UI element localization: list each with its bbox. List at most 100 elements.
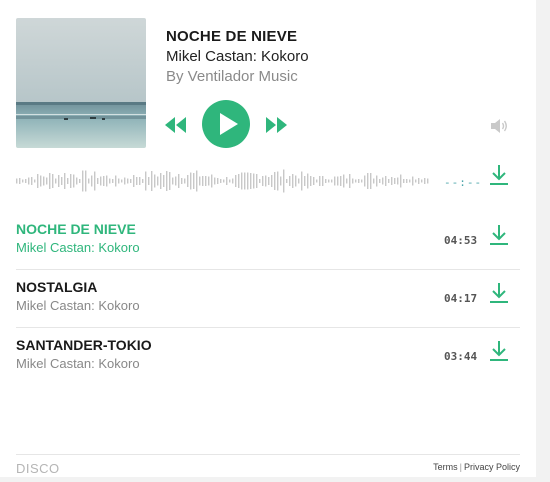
track-row[interactable]: NOCHE DE NIEVE Mikel Castan: Kokoro 04:5… xyxy=(16,212,520,270)
waveform-bar xyxy=(67,178,69,184)
playback-controls xyxy=(164,98,294,152)
waveform-bar xyxy=(217,178,219,184)
waveform-bar xyxy=(85,170,87,192)
waveform-bar xyxy=(274,172,276,190)
now-playing-album: Mikel Castan: Kokoro xyxy=(166,48,309,65)
waveform-bar xyxy=(403,179,405,183)
rewind-icon[interactable] xyxy=(164,115,188,140)
waveform-bar xyxy=(34,179,36,183)
waveform-bar xyxy=(265,175,267,187)
waveform-bar xyxy=(322,176,324,186)
track-title: NOSTALGIA xyxy=(16,279,98,295)
waveform-bar xyxy=(184,178,186,184)
waveform-bar xyxy=(55,178,57,184)
waveform-bar xyxy=(52,174,54,188)
waveform-bar xyxy=(256,174,258,188)
play-icon[interactable] xyxy=(202,100,250,148)
waveform-bar xyxy=(142,179,144,183)
track-list: NOCHE DE NIEVE Mikel Castan: Kokoro 04:5… xyxy=(16,212,520,385)
track-duration: 04:53 xyxy=(444,234,478,247)
waveform-bar xyxy=(268,177,270,185)
download-icon[interactable] xyxy=(489,224,509,251)
waveform-bar xyxy=(124,177,126,185)
waveform-bar xyxy=(79,179,81,183)
waveform-bar xyxy=(157,176,159,186)
waveform-bar xyxy=(199,176,201,186)
waveform-bar xyxy=(139,177,141,185)
waveform-bar xyxy=(160,173,162,189)
play-button[interactable] xyxy=(202,100,250,153)
waveform-bar xyxy=(310,176,312,186)
waveform-bar xyxy=(355,179,357,183)
brand-logo[interactable]: DISCO xyxy=(16,461,60,476)
player-card: NOCHE DE NIEVE Mikel Castan: Kokoro By V… xyxy=(0,0,536,477)
waveform-bar xyxy=(115,175,117,187)
waveform-bar xyxy=(250,173,252,189)
waveform-bar xyxy=(31,177,33,185)
waveform-bar xyxy=(382,177,384,185)
waveform-bar xyxy=(334,176,336,186)
waveform-bar xyxy=(394,178,396,184)
waveform-bar xyxy=(37,174,39,188)
footer-links: Terms | Privacy Policy xyxy=(433,462,520,472)
download-icon[interactable] xyxy=(489,282,509,309)
waveform-bar xyxy=(388,179,390,183)
waveform-bar xyxy=(181,178,183,184)
waveform-bar xyxy=(370,173,372,189)
waveform-bar xyxy=(292,174,294,188)
waveform-bar xyxy=(391,177,393,185)
fast-forward-icon[interactable] xyxy=(264,115,288,140)
waveform-bar xyxy=(25,179,27,183)
terms-link[interactable]: Terms xyxy=(433,462,458,472)
waveform-bar xyxy=(340,176,342,186)
waveform-bar xyxy=(295,175,297,187)
waveform-bar xyxy=(40,175,42,187)
waveform-bar xyxy=(364,175,366,187)
waveform-bar xyxy=(145,171,147,191)
waveform-bar xyxy=(283,169,285,193)
waveform-bar xyxy=(82,170,84,192)
waveform-bar xyxy=(346,178,348,184)
waveform-bar xyxy=(211,174,213,188)
download-icon[interactable] xyxy=(489,340,509,367)
waveform-bar xyxy=(94,171,96,191)
waveform-bar xyxy=(16,178,18,184)
waveform-bar xyxy=(409,179,411,183)
waveform-bar xyxy=(106,175,108,187)
track-row[interactable]: SANTANDER-TOKIO Mikel Castan: Kokoro 03:… xyxy=(16,328,520,385)
waveform-bar xyxy=(289,176,291,186)
track-title: SANTANDER-TOKIO xyxy=(16,337,152,353)
waveform-bar xyxy=(91,175,93,187)
waveform-bar xyxy=(277,171,279,191)
volume-icon[interactable] xyxy=(490,118,510,139)
waveform-bar xyxy=(64,173,66,189)
waveform-bar xyxy=(205,176,207,186)
waveform-bar xyxy=(235,175,237,187)
privacy-policy-link[interactable]: Privacy Policy xyxy=(464,462,520,472)
waveform-bar xyxy=(349,174,351,188)
waveform-bar xyxy=(103,176,105,186)
waveform-bar xyxy=(136,177,138,185)
waveform-bar xyxy=(313,177,315,185)
waveform-bar xyxy=(202,176,204,186)
waveform-bar xyxy=(58,175,60,187)
track-row[interactable]: NOSTALGIA Mikel Castan: Kokoro 04:17 xyxy=(16,270,520,328)
waveform-bar xyxy=(163,175,165,187)
waveform-bar xyxy=(70,174,72,188)
waveform-bar xyxy=(418,178,420,184)
download-icon[interactable] xyxy=(489,164,509,191)
track-duration: 03:44 xyxy=(444,350,478,363)
waveform-bar xyxy=(43,176,45,186)
waveform-bar xyxy=(259,179,261,183)
waveform-bar xyxy=(421,179,423,183)
waveform-bar xyxy=(118,178,120,184)
waveform-scrubber[interactable] xyxy=(16,166,432,196)
waveform-bar xyxy=(187,175,189,187)
waveform-bar xyxy=(220,179,222,183)
waveform-bar xyxy=(253,173,255,189)
waveform-bar xyxy=(61,177,63,185)
track-album: Mikel Castan: Kokoro xyxy=(16,240,140,255)
waveform-bar xyxy=(325,179,327,183)
waveform-bar xyxy=(358,179,360,183)
waveform-bar xyxy=(397,177,399,185)
